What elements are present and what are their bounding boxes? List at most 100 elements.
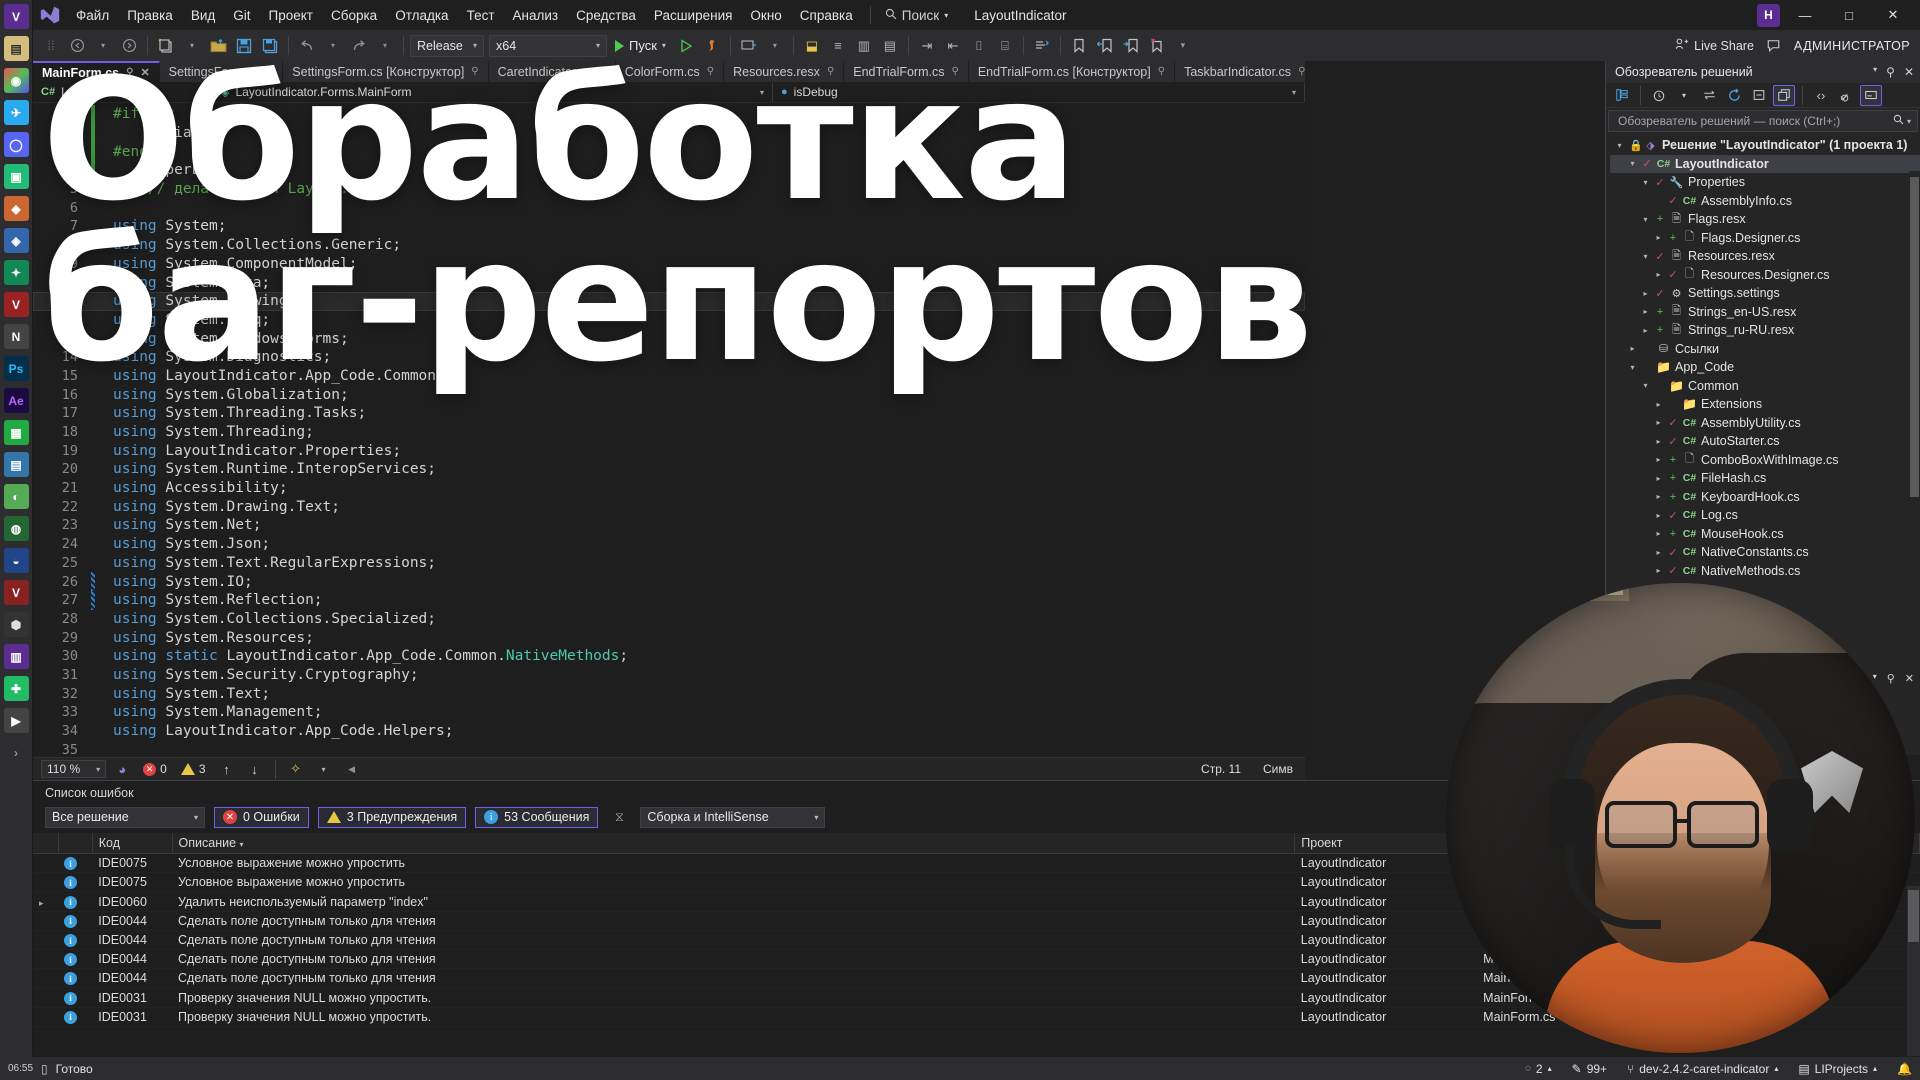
editor-tab-5[interactable]: Resources.resx ⚲ (724, 61, 845, 82)
preview-selected-icon[interactable] (1860, 84, 1882, 106)
rail-icon-app9[interactable]: ◐ (3, 484, 29, 509)
expander-icon[interactable]: ▸ (1653, 270, 1664, 279)
build-filter-select[interactable]: Сборка и IntelliSense ▾ (640, 806, 826, 828)
code-line[interactable]: 14 using System.Diagnostics; (33, 348, 1305, 367)
solution-tree-item[interactable]: ▸ ✓ 🗋 Resources.Designer.cs (1610, 266, 1920, 285)
global-search[interactable]: Поиск ▾ (879, 5, 954, 26)
rail-icon-folder[interactable]: ▤ (3, 36, 29, 61)
collapse-all-icon[interactable] (1748, 85, 1770, 106)
solution-tree-item[interactable]: ▸ ✓ C# AssemblyUtility.cs (1610, 414, 1920, 433)
expander-icon[interactable]: ▸ (1653, 233, 1664, 242)
solution-tree-item[interactable]: ▸ + C# FileHash.cs (1610, 469, 1920, 488)
show-all-files-icon[interactable] (1773, 84, 1795, 106)
solution-tree-item[interactable]: ▸ ✓ ⚙ Settings.settings (1610, 284, 1920, 303)
editor-tab-2[interactable]: SettingsForm.cs [Конструктор] ⚲ (283, 61, 489, 82)
close-button[interactable]: ✕ (1874, 1, 1912, 29)
code-line[interactable]: 32 using System.Text; (33, 684, 1305, 703)
minimize-button[interactable]: — (1786, 1, 1824, 29)
expander-icon[interactable]: ▸ (1653, 492, 1664, 501)
outdent-icon[interactable]: ⇤ (941, 34, 965, 58)
errors-filter-button[interactable]: ✕ 0 Ошибки (214, 806, 309, 828)
code-cell[interactable]: IDE0075 (92, 853, 173, 874)
code-line[interactable]: 31 using System.Security.Cryptography; (33, 666, 1305, 685)
rail-icon-app3[interactable]: ◈ (3, 228, 29, 253)
solution-tree-item[interactable]: ▸ ✓ C# Log.cs (1610, 506, 1920, 525)
solution-tree-item[interactable]: ▾ ✓ C# LayoutIndicator (1610, 154, 1920, 173)
code-cleanup-dropdown-icon[interactable]: ▾ (312, 757, 336, 781)
rail-icon-expand[interactable]: › (4, 740, 29, 765)
code-line[interactable]: 28 using System.Collections.Specialized; (33, 610, 1305, 629)
rail-icon-app14[interactable]: ▥ (3, 644, 29, 669)
editor-tab-4[interactable]: ColorForm.cs ⚲ (615, 61, 725, 82)
code-line[interactable]: 18 using System.Threading; (33, 423, 1305, 442)
solution-tree-item[interactable]: ▸ ⛁ Ссылки (1610, 340, 1920, 359)
expand-cell[interactable] (33, 853, 59, 874)
chevron-down-icon[interactable]: ▾ (1673, 85, 1695, 106)
rail-icon-app16[interactable]: ▶ (3, 708, 29, 733)
menu-item-2[interactable]: Вид (182, 4, 224, 27)
code-line[interactable]: 4 SuperLog (33, 161, 1305, 180)
expander-icon[interactable]: ▾ (1640, 252, 1651, 261)
expander-icon[interactable]: ▾ (1640, 215, 1651, 224)
code-line[interactable]: 17 using System.Threading.Tasks; (33, 404, 1305, 423)
back-dropdown-icon[interactable]: ▾ (91, 34, 115, 58)
intellicode-icon[interactable]: ◕ (110, 757, 134, 781)
pin-icon[interactable]: ⚲ (827, 66, 834, 77)
code-cell[interactable]: IDE0044 (92, 911, 173, 931)
rail-icon-app11[interactable]: ◒ (3, 548, 29, 573)
error-column-header-2[interactable]: Код (92, 833, 173, 854)
code-line[interactable]: 9 using System.ComponentModel; (33, 255, 1305, 274)
menu-item-6[interactable]: Отладка (386, 4, 457, 27)
code-line[interactable]: 7 using System; (33, 217, 1305, 236)
account-avatar[interactable]: H (1757, 3, 1780, 27)
menu-item-3[interactable]: Git (224, 4, 259, 27)
code-line[interactable]: 12 using System.Linq; (33, 311, 1305, 330)
rail-icon-app13[interactable]: ⬢ (3, 612, 29, 637)
code-editor[interactable]: 1 #if Dev 2 [Trial] 3 #endif 4 SuperLog 5 // д… (33, 103, 1305, 757)
nav-project-select[interactable]: C# LayoutIndicator ▾ (33, 82, 213, 102)
expander-icon[interactable]: ▸ (1653, 511, 1664, 520)
solution-tree-item[interactable]: ✓ C# AssemblyInfo.cs (1610, 192, 1920, 211)
status-pending-changes[interactable]: ✎ 99+ (1572, 1062, 1607, 1076)
rail-icon-app6[interactable]: N (3, 324, 29, 349)
editor-error-count[interactable]: ✕ 0 (138, 762, 172, 776)
code-line[interactable]: 11 using System.Drawing; (33, 291, 1305, 311)
rail-icon-ae[interactable]: Ae (3, 388, 29, 413)
expand-cell[interactable] (33, 930, 59, 951)
zoom-select[interactable]: 110 % ▾ (41, 760, 107, 778)
code-cleanup-icon[interactable]: ✧ (284, 757, 308, 781)
menu-item-5[interactable]: Сборка (322, 4, 386, 27)
pin-icon[interactable]: ⚲ (1158, 66, 1165, 77)
feedback-icon[interactable] (1762, 34, 1786, 58)
toolbar-grip[interactable]: ⁞⁞ (39, 34, 63, 58)
open-project-icon[interactable] (206, 34, 230, 58)
bookmark-clear-icon[interactable] (1145, 34, 1169, 58)
expander-icon[interactable]: ▸ (1653, 529, 1664, 538)
expander-icon[interactable]: ▸ (1653, 418, 1664, 427)
code-cell[interactable]: IDE0044 (92, 968, 173, 989)
menu-item-8[interactable]: Анализ (504, 4, 568, 27)
rail-icon-chrome[interactable]: ◉ (3, 68, 29, 93)
solution-tree-item[interactable]: ▾ + 🗎 Flags.resx (1610, 210, 1920, 229)
code-line[interactable]: 6 (33, 198, 1305, 217)
live-share-button[interactable]: Live Share (1675, 37, 1754, 54)
code-line[interactable]: 34 using LayoutIndicator.App_Code.Helpers… (33, 722, 1305, 741)
start-debug-button[interactable]: Пуск ▾ (609, 34, 672, 58)
solution-tree-item[interactable]: ▾ ✓ 🗎 Resources.resx (1610, 247, 1920, 266)
pin-icon[interactable]: ⚲ (598, 66, 605, 77)
rail-icon-photoshop[interactable]: Ps (3, 356, 29, 381)
menu-item-12[interactable]: Справка (791, 4, 862, 27)
error-column-header-0[interactable] (33, 833, 59, 854)
solution-tree-item[interactable]: ▸ 📁 Extensions (1610, 395, 1920, 414)
pin-icon[interactable]: ⚲ (266, 66, 273, 77)
properties-icon[interactable] (1835, 85, 1857, 106)
save-icon[interactable] (232, 34, 256, 58)
solution-tree-item[interactable]: ▾ 📁 Common (1610, 377, 1920, 396)
close-icon[interactable]: ✕ (140, 66, 149, 79)
solution-tree-item[interactable]: ▸ + 🗎 Strings_ru-RU.resx (1610, 321, 1920, 340)
code-line[interactable]: 13 using System.Windows.Forms; (33, 329, 1305, 348)
menu-item-10[interactable]: Расширения (645, 4, 742, 27)
code-line[interactable]: 27 using System.Reflection; (33, 590, 1305, 610)
close-icon[interactable]: ✕ (1904, 65, 1914, 79)
collapse-strip-icon[interactable]: ◀ (340, 757, 364, 781)
